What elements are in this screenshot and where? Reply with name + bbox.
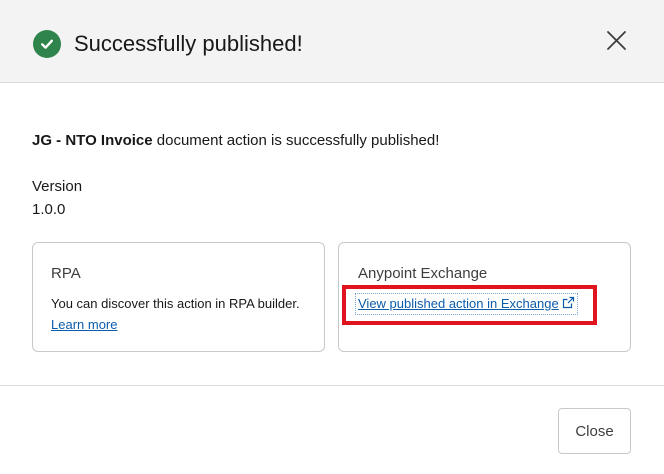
version-label: Version xyxy=(32,178,83,195)
version-value: 1.0.0 xyxy=(32,201,66,218)
rpa-card-title: RPA xyxy=(51,265,81,282)
publish-success-modal: Successfully published! JG - NTO Invoice… xyxy=(0,0,664,474)
rpa-card: RPA You can discover this action in RPA … xyxy=(32,242,325,352)
exchange-card: Anypoint Exchange View published action … xyxy=(338,242,631,352)
modal-header: Successfully published! xyxy=(0,0,664,83)
check-circle-icon xyxy=(33,30,61,58)
close-button[interactable]: Close xyxy=(558,408,631,454)
learn-more-link[interactable]: Learn more xyxy=(51,315,117,335)
view-in-exchange-link[interactable]: View published action in Exchange xyxy=(355,293,578,315)
rpa-card-description: You can discover this action in RPA buil… xyxy=(51,296,300,311)
footer-divider xyxy=(0,385,664,386)
close-icon[interactable] xyxy=(604,28,630,54)
document-name: JG - NTO Invoice xyxy=(32,132,153,149)
view-in-exchange-label: View published action in Exchange xyxy=(358,296,559,311)
success-message: JG - NTO Invoice document action is succ… xyxy=(32,130,439,152)
modal-title: Successfully published! xyxy=(74,31,303,56)
external-link-icon xyxy=(562,295,575,309)
message-text: document action is successfully publishe… xyxy=(152,132,440,149)
exchange-card-title: Anypoint Exchange xyxy=(358,265,488,282)
